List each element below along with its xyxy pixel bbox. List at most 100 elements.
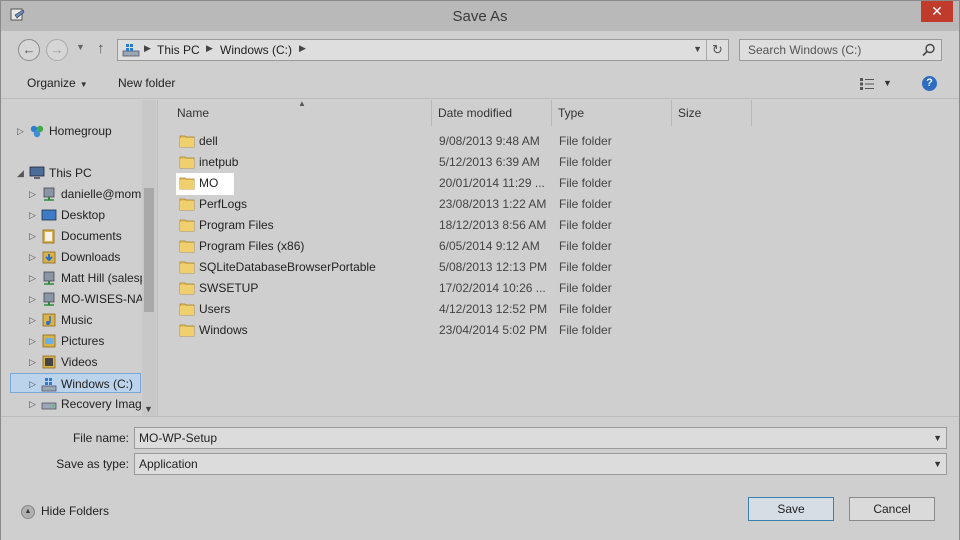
file-name: dell [199,134,218,148]
view-dropdown-icon[interactable]: ▼ [883,78,892,88]
column-header-type[interactable]: Type [552,100,672,126]
file-row[interactable]: inetpub 5/12/2013 6:39 AM File folder [176,152,936,172]
hide-folders-label: Hide Folders [41,504,110,518]
address-bar[interactable]: ▶ This PC ▶ Windows (C:) ▶ ▼ ↻ [117,39,729,61]
file-row[interactable]: SQLiteDatabaseBrowserPortable 5/08/2013 … [176,257,936,277]
view-options-icon[interactable] [859,77,875,91]
expand-chevron-icon[interactable]: ▷ [29,226,41,246]
nav-item-this-pc[interactable]: ◢ This PC [17,163,92,183]
nav-label: This PC [49,166,92,180]
collapse-chevron-icon[interactable]: ◢ [17,163,29,183]
expand-chevron-icon[interactable]: ▷ [29,331,41,351]
nav-item-documents[interactable]: ▷ Documents [29,226,142,246]
recent-locations-chevron-icon[interactable]: ▼ [76,42,85,52]
file-list[interactable]: Name ▲ Date modified Type Size dell 9/08… [157,99,952,416]
crumb-this-pc[interactable]: This PC [157,43,200,57]
organize-button[interactable]: Organize ▼ [27,76,88,90]
search-input[interactable]: Search Windows (C:) [739,39,942,61]
window-title: Save As [452,8,508,25]
nav-item-videos[interactable]: ▷ Videos [29,352,142,372]
nav-item-downloads[interactable]: ▷ Downloads [29,247,142,267]
cancel-button[interactable]: Cancel [849,497,935,521]
file-row[interactable]: Users 4/12/2013 12:52 PM File folder [176,299,936,319]
file-type: File folder [559,155,612,169]
folder-icon [179,198,195,211]
expand-chevron-icon[interactable]: ▷ [29,268,41,288]
expand-chevron-icon[interactable]: ▷ [29,394,41,414]
nav-scrollbar[interactable]: ▼ [142,100,156,416]
refresh-button[interactable]: ↻ [706,40,728,60]
file-row[interactable]: Program Files 18/12/2013 8:56 AM File fo… [176,215,936,235]
nav-label: Downloads [61,250,121,264]
scroll-down-icon[interactable]: ▼ [144,404,153,414]
file-name-input[interactable]: MO-WP-Setup ▼ [134,427,947,449]
navigation-pane[interactable]: ▷ Homegroup ◢ This PC ▷ danielle@mom ▷ Deskt… [9,100,156,416]
nav-scrollbar-thumb[interactable] [144,188,154,312]
column-header-name[interactable]: Name ▲ [158,99,432,126]
file-row[interactable]: PerfLogs 23/08/2013 1:22 AM File folder [176,194,936,214]
folder-icon [179,219,195,232]
expand-chevron-icon[interactable]: ▷ [29,374,41,392]
network-drive-icon [43,187,55,201]
nav-item-danielle[interactable]: ▷ danielle@mom [29,184,142,204]
crumb-windows-c[interactable]: Windows (C:) [220,43,292,57]
folder-icon [179,282,195,295]
new-folder-button[interactable]: New folder [118,76,175,90]
file-type: File folder [559,239,612,253]
file-row-selected[interactable]: MO 20/01/2014 11:29 ... File folder [176,173,936,195]
folder-icon [179,324,195,337]
network-drive-icon [43,271,55,285]
back-button[interactable]: ← [18,39,40,61]
file-row[interactable]: Program Files (x86) 6/05/2014 9:12 AM Fi… [176,236,936,256]
chevron-down-icon[interactable]: ▼ [933,428,942,448]
nav-item-windows-c[interactable]: ▷ Windows (C:) [10,373,141,393]
save-type-select[interactable]: Application ▼ [134,453,947,475]
expand-chevron-icon[interactable]: ▷ [29,352,41,372]
nav-item-recovery-image[interactable]: ▷ Recovery Image [29,394,142,414]
up-arrow-icon[interactable]: ↑ [97,40,105,57]
column-header-size[interactable]: Size [672,100,752,126]
file-type: File folder [559,281,612,295]
expand-chevron-icon[interactable]: ▷ [29,184,41,204]
expand-chevron-icon[interactable]: ▷ [29,289,41,309]
drive-icon [41,402,57,410]
folder-icon [179,240,195,253]
expand-chevron-icon[interactable]: ▷ [17,121,29,141]
column-header-date[interactable]: Date modified [432,100,552,126]
file-name: inetpub [199,155,239,169]
command-bar: Organize ▼ New folder ▼ ? [1,69,959,99]
crumb-chevron-icon[interactable]: ▶ [299,43,306,54]
file-row[interactable]: Windows 23/04/2014 5:02 PM File folder [176,320,936,340]
expand-chevron-icon[interactable]: ▷ [29,310,41,330]
chevron-down-icon: ▼ [79,80,88,89]
nav-item-desktop[interactable]: ▷ Desktop [29,205,142,225]
nav-item-music[interactable]: ▷ Music [29,310,142,330]
nav-item-pictures[interactable]: ▷ Pictures [29,331,142,351]
file-type: File folder [559,323,612,337]
chevron-down-icon[interactable]: ▼ [933,454,942,474]
save-form: File name: MO-WP-Setup ▼ Save as type: A… [1,416,959,540]
search-placeholder: Search Windows (C:) [748,43,862,57]
help-icon[interactable]: ? [922,76,937,91]
file-row[interactable]: SWSETUP 17/02/2014 10:26 ... File folder [176,278,936,298]
address-dropdown-icon[interactable]: ▼ [693,44,702,54]
nav-item-matt-hill[interactable]: ▷ Matt Hill (salesp [29,268,142,288]
file-name-label: File name: [72,431,129,445]
crumb-chevron-icon[interactable]: ▶ [206,43,213,54]
file-type: File folder [559,218,612,232]
file-type: File folder [559,197,612,211]
expand-chevron-icon[interactable]: ▷ [29,247,41,267]
hide-folders-button[interactable]: ▲ Hide Folders [21,504,109,519]
nav-item-homegroup[interactable]: ▷ Homegroup [17,121,112,141]
file-row[interactable]: dell 9/08/2013 9:48 AM File folder [176,131,936,151]
sort-ascending-icon: ▲ [298,99,306,108]
save-as-dialog: Save As ✕ ← → ▼ ↑ ▶ This PC ▶ Windows (C… [0,0,960,540]
nav-item-mo-wises[interactable]: ▷ MO-WISES-NA [29,289,142,309]
file-date: 5/12/2013 6:39 AM [439,155,540,169]
close-button[interactable]: ✕ [921,1,953,22]
file-name: Program Files [199,218,274,232]
save-type-label: Save as type: [56,457,129,471]
expand-chevron-icon[interactable]: ▷ [29,205,41,225]
save-button[interactable]: Save [748,497,834,521]
forward-button[interactable]: → [46,39,68,61]
